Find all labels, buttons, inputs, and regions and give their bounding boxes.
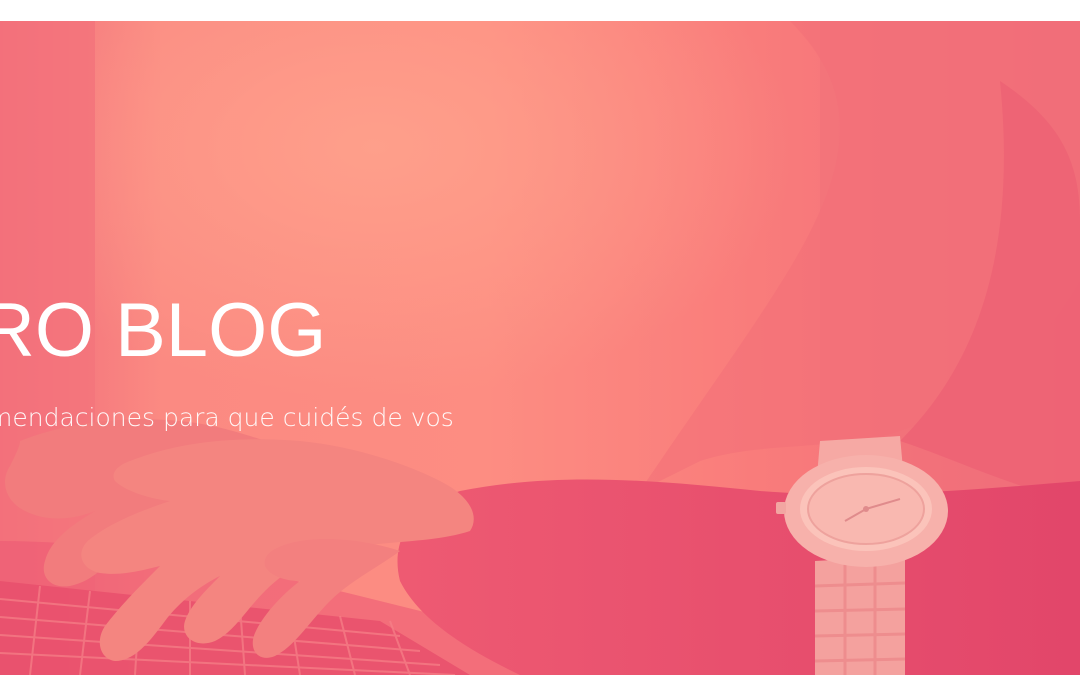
hero-title: RO BLOG — [0, 288, 327, 373]
top-bar — [0, 0, 1080, 22]
hero-subtitle: mendaciones para que cuidés de vos — [0, 403, 454, 432]
page: RO BLOG mendaciones para que cuidés de v… — [0, 0, 1080, 675]
hero-banner: RO BLOG mendaciones para que cuidés de v… — [0, 21, 1080, 675]
